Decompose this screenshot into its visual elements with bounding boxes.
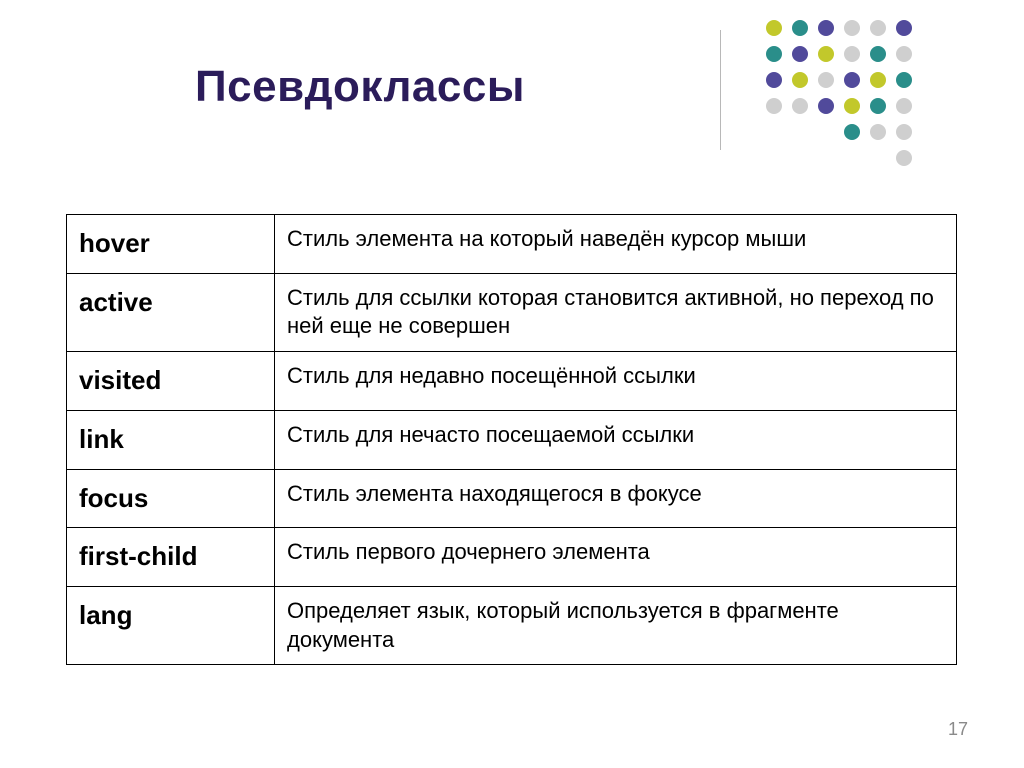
dot-icon bbox=[792, 150, 808, 166]
dot-icon bbox=[818, 98, 834, 114]
pseudoclass-name: visited bbox=[67, 351, 275, 410]
dot-icon bbox=[818, 150, 834, 166]
pseudoclass-desc: Стиль элемента находящегося в фокусе bbox=[275, 469, 957, 528]
pseudoclass-desc: Стиль для нечасто посещаемой ссылки bbox=[275, 410, 957, 469]
dot-icon bbox=[844, 124, 860, 140]
dot-icon bbox=[870, 72, 886, 88]
dot-icon bbox=[844, 98, 860, 114]
dot-icon bbox=[844, 72, 860, 88]
pseudoclass-name: lang bbox=[67, 587, 275, 665]
dot-icon bbox=[818, 20, 834, 36]
pseudoclass-desc: Стиль для ссылки которая становится акти… bbox=[275, 273, 957, 351]
table-row: active Стиль для ссылки которая становит… bbox=[67, 273, 957, 351]
dot-icon bbox=[766, 124, 782, 140]
dot-icon bbox=[792, 46, 808, 62]
pseudoclass-name: first-child bbox=[67, 528, 275, 587]
dot-icon bbox=[896, 20, 912, 36]
dot-icon bbox=[818, 46, 834, 62]
pseudoclass-name: active bbox=[67, 273, 275, 351]
dot-icon bbox=[766, 72, 782, 88]
table-row: first-child Стиль первого дочернего элем… bbox=[67, 528, 957, 587]
dot-icon bbox=[896, 72, 912, 88]
dot-icon bbox=[870, 150, 886, 166]
pseudoclass-desc: Стиль элемента на который наведён курсор… bbox=[275, 215, 957, 274]
pseudoclass-name: link bbox=[67, 410, 275, 469]
table-row: visited Стиль для недавно посещённой ссы… bbox=[67, 351, 957, 410]
page-number: 17 bbox=[948, 719, 968, 740]
dot-icon bbox=[792, 72, 808, 88]
table-row: focus Стиль элемента находящегося в фоку… bbox=[67, 469, 957, 528]
pseudoclass-desc: Определяет язык, который используется в … bbox=[275, 587, 957, 665]
dot-icon bbox=[792, 98, 808, 114]
dot-icon bbox=[870, 124, 886, 140]
dot-icon bbox=[766, 150, 782, 166]
dot-icon bbox=[896, 150, 912, 166]
dot-icon bbox=[870, 46, 886, 62]
slide-title: Псевдоклассы bbox=[195, 62, 525, 112]
dot-icon bbox=[792, 124, 808, 140]
dot-icon bbox=[870, 98, 886, 114]
table-row: hover Стиль элемента на который наведён … bbox=[67, 215, 957, 274]
dot-icon bbox=[896, 98, 912, 114]
title-divider bbox=[720, 30, 721, 150]
dot-icon bbox=[818, 72, 834, 88]
dot-icon bbox=[896, 46, 912, 62]
dot-icon bbox=[844, 150, 860, 166]
table-row: lang Определяет язык, который использует… bbox=[67, 587, 957, 665]
pseudoclass-desc: Стиль первого дочернего элемента bbox=[275, 528, 957, 587]
dot-icon bbox=[870, 20, 886, 36]
pseudoclass-table: hover Стиль элемента на который наведён … bbox=[66, 214, 957, 665]
pseudoclass-desc: Стиль для недавно посещённой ссылки bbox=[275, 351, 957, 410]
dot-icon bbox=[792, 20, 808, 36]
pseudoclass-name: focus bbox=[67, 469, 275, 528]
dot-icon bbox=[844, 46, 860, 62]
pseudoclass-name: hover bbox=[67, 215, 275, 274]
dot-icon bbox=[766, 46, 782, 62]
dot-grid-decoration bbox=[766, 20, 922, 176]
dot-icon bbox=[766, 98, 782, 114]
dot-icon bbox=[896, 124, 912, 140]
dot-icon bbox=[844, 20, 860, 36]
dot-icon bbox=[766, 20, 782, 36]
table-row: link Стиль для нечасто посещаемой ссылки bbox=[67, 410, 957, 469]
dot-icon bbox=[818, 124, 834, 140]
